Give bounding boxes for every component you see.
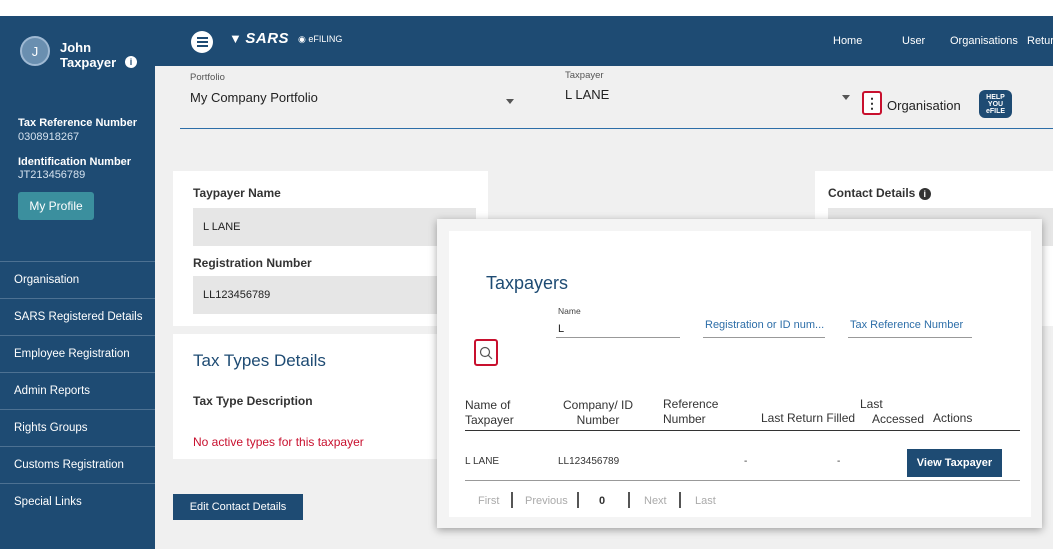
registration-number-value: LL123456789 — [193, 276, 476, 314]
sidebar-item-admin-reports[interactable]: Admin Reports — [0, 372, 155, 409]
more-options-icon[interactable]: ⋮ — [862, 91, 882, 115]
selector-underline — [180, 128, 1053, 129]
no-active-types-text: No active types for this taxpayer — [193, 435, 364, 449]
name-field[interactable]: L — [558, 323, 564, 335]
modal-title: Taxpayers — [486, 273, 569, 293]
pager-separator — [577, 492, 579, 508]
column-last-accessed: Last Accessed — [860, 397, 925, 426]
taxpayer-chevron-down-icon[interactable] — [842, 95, 850, 100]
column-company-id-number: Company/ ID Number — [563, 398, 634, 427]
sidebar-menu: Organisation SARS Registered Details Emp… — [0, 261, 155, 520]
user-first-name: John — [60, 40, 92, 55]
name-field-underline — [556, 337, 680, 338]
portfolio-chevron-down-icon[interactable] — [506, 99, 514, 104]
taxpayer-select[interactable]: L LANE — [565, 87, 609, 102]
taxpayer-name-value: L LANE — [193, 208, 476, 246]
contact-details-label: Contact Details i — [828, 186, 931, 200]
avatar[interactable]: J — [20, 36, 50, 66]
sidebar: J John Taxpayer i Tax Reference Number 0… — [0, 16, 155, 549]
efiling-circle-icon: ◉ — [298, 34, 306, 44]
taxpayers-modal: Taxpayers Name L Registration or ID num.… — [437, 219, 1042, 528]
sidebar-item-organisation[interactable]: Organisation — [0, 261, 155, 298]
pager-current-page[interactable]: 0 — [599, 495, 605, 507]
top-bar: ▼ SARS ◉ eFILING Home User Organisations … — [155, 16, 1053, 66]
sars-logo[interactable]: ▼ SARS — [229, 30, 289, 47]
sidebar-item-rights-groups[interactable]: Rights Groups — [0, 409, 155, 446]
sidebar-item-employee-registration[interactable]: Employee Registration — [0, 335, 155, 372]
tax-type-description-label: Tax Type Description — [193, 394, 313, 408]
tax-ref-label: Tax Reference Number — [18, 117, 138, 129]
nav-organisations[interactable]: Organisations — [950, 35, 1018, 47]
hamburger-menu-icon[interactable] — [191, 31, 213, 53]
nav-returns[interactable]: Retur — [1027, 35, 1053, 47]
column-reference-number: Reference Number — [663, 397, 719, 426]
row-last-accessed: - — [837, 456, 841, 467]
pager-separator — [628, 492, 630, 508]
user-info-icon[interactable]: i — [125, 56, 137, 68]
table-header-rule — [465, 430, 1020, 431]
registration-id-field[interactable]: Registration or ID num... — [705, 319, 824, 331]
name-field-label: Name — [558, 306, 581, 316]
id-number-value: JT213456789 — [18, 169, 86, 181]
column-actions: Actions — [933, 411, 973, 425]
pager-separator — [679, 492, 681, 508]
app-window: J John Taxpayer i Tax Reference Number 0… — [0, 0, 1053, 549]
nav-user[interactable]: User — [902, 35, 925, 47]
efiling-logo: ◉ eFILING — [298, 34, 343, 44]
taxpayer-name-label: Taypayer Name — [193, 186, 281, 200]
pager-separator — [511, 492, 513, 508]
help-you-efile-icon[interactable]: HELP YOU eFILE — [979, 90, 1012, 118]
info-icon[interactable]: i — [918, 188, 931, 200]
pager-first[interactable]: First — [478, 495, 499, 507]
pager-previous[interactable]: Previous — [525, 495, 568, 507]
table-row-rule — [465, 480, 1020, 481]
row-last-return-filled: - — [744, 456, 748, 467]
pager-next[interactable]: Next — [644, 495, 667, 507]
registration-id-field-underline — [703, 337, 825, 338]
tax-reference-field-underline — [848, 337, 972, 338]
row-company-id: LL123456789 — [558, 456, 620, 467]
view-taxpayer-button[interactable]: View Taxpayer — [907, 449, 1002, 477]
tax-ref-value: 0308918267 — [18, 131, 80, 143]
sidebar-item-customs-registration[interactable]: Customs Registration — [0, 446, 155, 483]
taxpayers-modal-panel: Taxpayers Name L Registration or ID num.… — [449, 231, 1031, 517]
my-profile-button[interactable]: My Profile — [18, 192, 94, 220]
registration-number-label: Registration Number — [193, 256, 312, 270]
nav-home[interactable]: Home — [833, 35, 862, 47]
id-number-label: Identification Number — [18, 156, 132, 168]
user-last-name: Taxpayer — [60, 55, 117, 70]
sidebar-item-special-links[interactable]: Special Links — [0, 483, 155, 520]
tax-reference-field[interactable]: Tax Reference Number — [850, 319, 963, 331]
pager-last[interactable]: Last — [695, 495, 716, 507]
edit-contact-details-button[interactable]: Edit Contact Details — [173, 494, 303, 520]
portfolio-label: Portfolio — [190, 72, 225, 83]
column-last-return-filled: Last Return Filled — [761, 411, 856, 425]
tax-types-title: Tax Types Details — [193, 351, 326, 370]
column-name-of-taxpayer: Name of Taxpayer — [465, 398, 514, 427]
sidebar-item-sars-registered-details[interactable]: SARS Registered Details — [0, 298, 155, 335]
organisation-label[interactable]: Organisation — [887, 98, 961, 113]
search-icon[interactable] — [474, 339, 498, 366]
taxpayer-label: Taxpayer — [565, 70, 604, 81]
row-taxpayer-name: L LANE — [465, 456, 500, 467]
portfolio-select[interactable]: My Company Portfolio — [190, 90, 318, 105]
